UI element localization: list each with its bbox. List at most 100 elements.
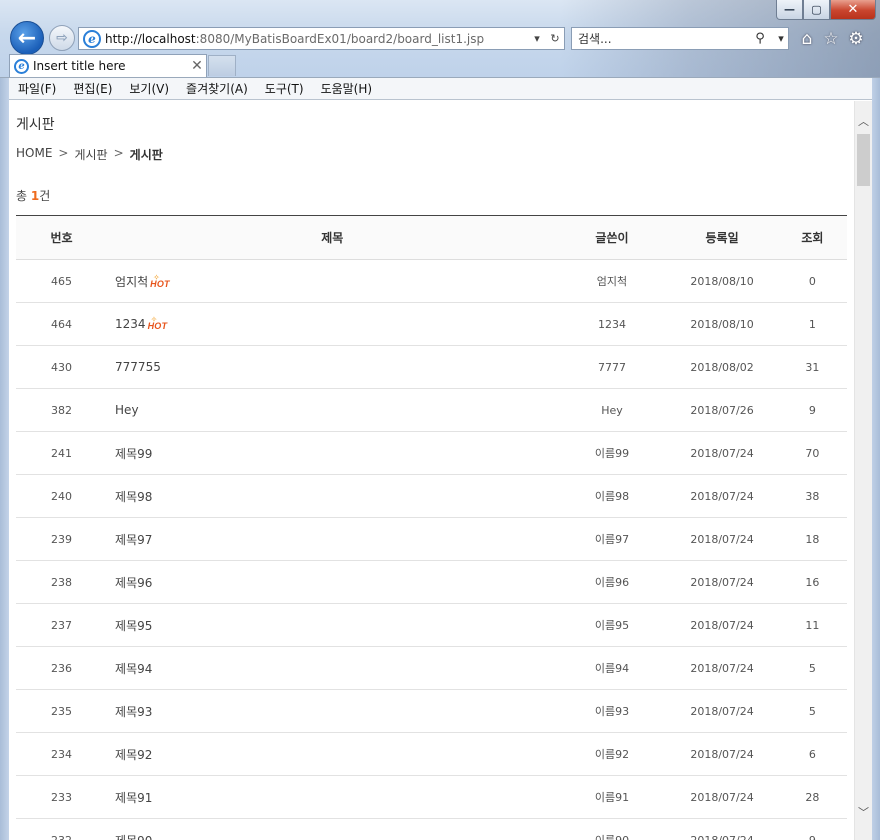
row-date-cell: 2018/07/24 xyxy=(666,818,778,840)
refresh-icon[interactable]: ↻ xyxy=(546,32,564,45)
row-title[interactable]: 제목98 xyxy=(115,490,152,504)
row-hits-cell: 16 xyxy=(777,560,847,604)
row-writer: 7777 xyxy=(597,360,626,374)
search-dropdown-icon[interactable]: ▾ xyxy=(774,32,788,45)
row-title[interactable]: 제목92 xyxy=(115,748,152,762)
tab-close-icon[interactable]: ✕ xyxy=(188,58,206,74)
hot-badge-label: HOT xyxy=(150,279,170,289)
row-hits: 31 xyxy=(805,360,820,374)
row-writer-cell: Hey xyxy=(557,388,667,432)
search-box[interactable]: 검색... ⚲ ▾ xyxy=(571,27,789,50)
row-writer-cell: 1234 xyxy=(557,302,667,346)
row-title[interactable]: 777755 xyxy=(115,360,161,374)
address-bar[interactable]: e http://localhost:8080/MyBatisBoardEx01… xyxy=(78,27,565,50)
tab-active[interactable]: e Insert title here ✕ xyxy=(9,54,207,77)
row-title[interactable]: 제목97 xyxy=(115,533,152,547)
breadcrumb-separator: > xyxy=(58,146,69,160)
row-date: 2018/08/10 xyxy=(690,274,754,288)
menu-edit[interactable]: 편집(E) xyxy=(64,80,120,97)
row-title[interactable]: 제목96 xyxy=(115,576,152,590)
menu-view[interactable]: 보기(V) xyxy=(120,80,177,97)
row-writer-cell: 7777 xyxy=(557,345,667,389)
row-writer-cell: 이름96 xyxy=(557,560,667,604)
url-path: :8080/MyBatisBoardEx01/board2/board_list… xyxy=(195,31,485,46)
board-table-body: 465 엄지척 ✧ HOT 엄지척 2018/08/10 0 464 1234 ✧ HOT 1234 2… xyxy=(16,259,847,840)
hot-badge-icon: ✧ HOT xyxy=(149,273,173,289)
scrollbar-thumb[interactable] xyxy=(857,134,870,186)
forward-button[interactable]: ⇨ xyxy=(49,25,75,51)
row-title-cell: 777755 xyxy=(107,345,558,389)
row-title[interactable]: 제목91 xyxy=(115,791,152,805)
row-hits-cell: 6 xyxy=(777,732,847,776)
row-number-cell: 430 xyxy=(16,345,108,389)
window-border-right xyxy=(872,78,880,840)
hot-badge-icon: ✧ HOT xyxy=(147,315,171,331)
column-header-title: 제목 xyxy=(107,215,558,260)
breadcrumb-home[interactable]: HOME xyxy=(16,146,52,163)
breadcrumb-current: 게시판 xyxy=(129,148,163,162)
address-url[interactable]: http://localhost:8080/MyBatisBoardEx01/b… xyxy=(105,32,528,46)
row-title[interactable]: Hey xyxy=(115,403,139,417)
search-icon[interactable]: ⚲ xyxy=(746,31,774,46)
row-writer: 이름99 xyxy=(594,447,630,460)
row-date: 2018/07/24 xyxy=(690,790,754,804)
breadcrumb-board[interactable]: 게시판 xyxy=(74,146,107,163)
row-title-cell: 제목93 xyxy=(107,689,558,733)
row-title[interactable]: 제목99 xyxy=(115,447,152,461)
row-title-cell: 제목92 xyxy=(107,732,558,776)
row-title[interactable]: 제목94 xyxy=(115,662,152,676)
row-date-cell: 2018/07/24 xyxy=(666,603,778,647)
favorites-star-icon[interactable]: ☆ xyxy=(821,29,841,49)
home-icon[interactable]: ⌂ xyxy=(797,29,817,49)
row-number: 382 xyxy=(51,403,73,417)
row-date-cell: 2018/07/24 xyxy=(666,560,778,604)
row-date: 2018/07/24 xyxy=(690,618,754,632)
table-row: 238 제목96 이름96 2018/07/24 16 xyxy=(16,560,847,604)
row-number: 233 xyxy=(51,790,73,804)
scroll-up-icon[interactable]: ︿ xyxy=(855,111,872,131)
row-title[interactable]: 제목95 xyxy=(115,619,152,633)
row-date: 2018/07/24 xyxy=(690,446,754,460)
maximize-button[interactable]: ▢ xyxy=(803,0,830,20)
row-date-cell: 2018/07/24 xyxy=(666,646,778,690)
row-writer-cell: 이름99 xyxy=(557,431,667,475)
browser-toolbar: — ▢ ✕ ← ⇨ e http://localhost:8080/MyBati… xyxy=(0,0,880,78)
row-hits-cell: 0 xyxy=(777,259,847,303)
row-hits-cell: 5 xyxy=(777,689,847,733)
row-number-cell: 232 xyxy=(16,818,108,840)
minimize-button[interactable]: — xyxy=(776,0,803,20)
row-title[interactable]: 엄지척 xyxy=(115,275,148,289)
row-date: 2018/07/24 xyxy=(690,661,754,675)
row-date: 2018/07/26 xyxy=(690,403,754,417)
tools-gear-icon[interactable]: ⚙ xyxy=(846,29,866,49)
row-writer: 이름97 xyxy=(594,533,630,546)
row-date-cell: 2018/08/02 xyxy=(666,345,778,389)
row-writer-cell: 엄지척 xyxy=(557,259,667,303)
row-title[interactable]: 제목90 xyxy=(115,834,152,840)
close-window-button[interactable]: ✕ xyxy=(830,0,876,20)
menu-help[interactable]: 도움말(H) xyxy=(312,80,381,97)
new-tab-button[interactable] xyxy=(208,55,236,76)
row-title[interactable]: 1234 xyxy=(115,317,146,331)
vertical-scrollbar[interactable]: ︿ ﹀ xyxy=(854,101,872,840)
row-title-cell: Hey xyxy=(107,388,558,432)
menu-tools[interactable]: 도구(T) xyxy=(256,80,312,97)
row-title[interactable]: 제목93 xyxy=(115,705,152,719)
table-row: 241 제목99 이름99 2018/07/24 70 xyxy=(16,431,847,475)
row-number: 237 xyxy=(51,618,73,632)
row-number-cell: 237 xyxy=(16,603,108,647)
table-row: 235 제목93 이름93 2018/07/24 5 xyxy=(16,689,847,733)
menu-file[interactable]: 파일(F) xyxy=(9,80,64,97)
scroll-down-icon[interactable]: ﹀ xyxy=(855,802,872,822)
tab-ie-icon: e xyxy=(14,58,29,74)
search-input[interactable]: 검색... xyxy=(578,30,746,47)
browser-window: — ▢ ✕ ← ⇨ e http://localhost:8080/MyBati… xyxy=(0,0,880,840)
address-dropdown-icon[interactable]: ▾ xyxy=(528,32,546,45)
total-prefix: 총 xyxy=(16,189,31,203)
row-date-cell: 2018/07/24 xyxy=(666,474,778,518)
table-row: 234 제목92 이름92 2018/07/24 6 xyxy=(16,732,847,776)
row-writer-cell: 이름95 xyxy=(557,603,667,647)
back-button[interactable]: ← xyxy=(10,21,44,55)
page-content: 게시판 HOME > 게시판 > 게시판 총 1건 번호 제목 글쓴이 등록일 … xyxy=(9,101,854,840)
menu-favorites[interactable]: 즐겨찾기(A) xyxy=(177,80,256,97)
